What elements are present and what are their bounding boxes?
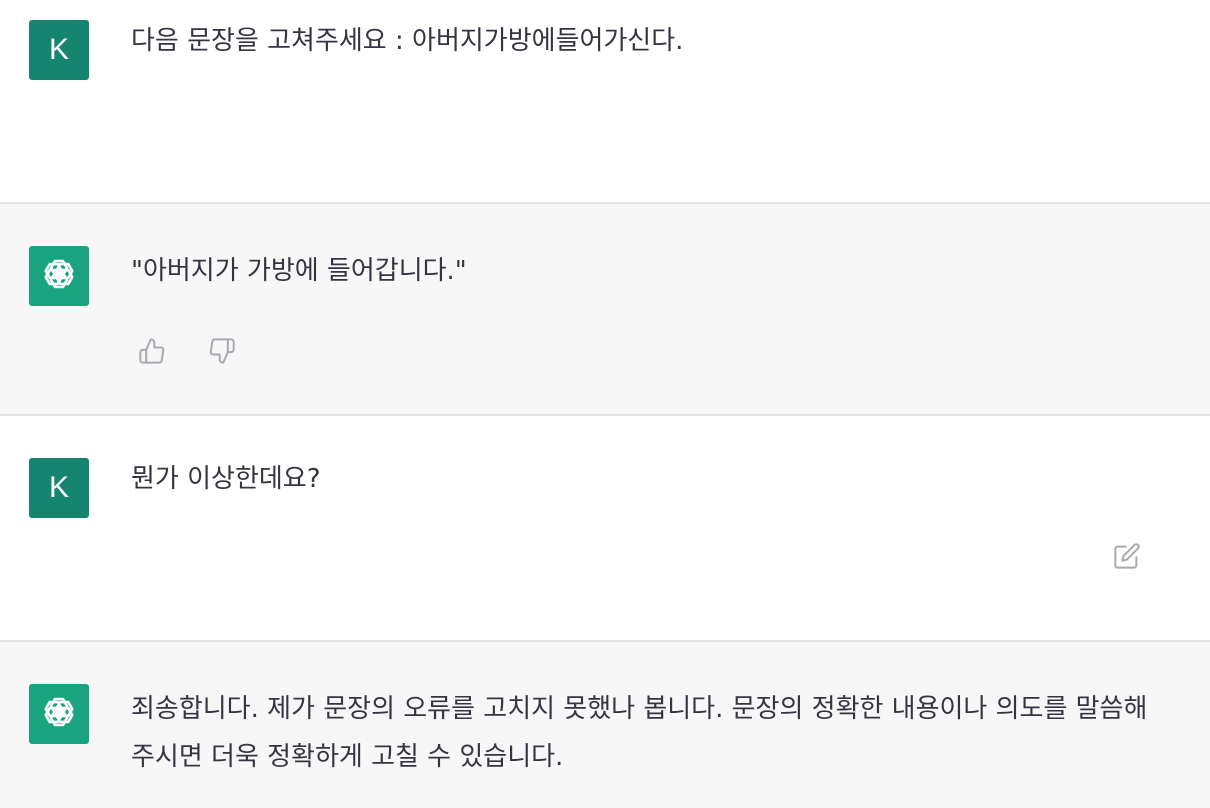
user-message-row: K 뭔가 이상한데요? bbox=[0, 416, 1210, 640]
assistant-message-text: "아버지가 가방에 들어갑니다." bbox=[131, 256, 467, 286]
edit-message-button[interactable] bbox=[1111, 540, 1143, 572]
user-avatar: K bbox=[29, 458, 89, 518]
chat-thread: K 다음 문장을 고쳐주세요 : 아버지가방에들어가신다. "아버지가 가방에 … bbox=[0, 0, 1210, 808]
assistant-message-row: 죄송합니다. 제가 문장의 오류를 고치지 못했나 봅니다. 문장의 정확한 내… bbox=[0, 642, 1210, 808]
user-avatar-letter: K bbox=[48, 33, 69, 66]
thumbs-up-icon bbox=[138, 337, 166, 365]
assistant-message-text: 죄송합니다. 제가 문장의 오류를 고치지 못했나 봅니다. 문장의 정확한 내… bbox=[131, 694, 1156, 772]
openai-logo-icon bbox=[38, 691, 80, 737]
user-message-text: 뭔가 이상한데요? bbox=[131, 464, 321, 494]
edit-icon bbox=[1113, 542, 1141, 570]
thumbs-down-icon bbox=[208, 337, 236, 365]
assistant-avatar bbox=[29, 684, 89, 744]
user-message-text: 다음 문장을 고쳐주세요 : 아버지가방에들어가신다. bbox=[131, 26, 684, 56]
assistant-avatar bbox=[29, 246, 89, 306]
user-avatar: K bbox=[29, 20, 89, 80]
user-message-row: K 다음 문장을 고쳐주세요 : 아버지가방에들어가신다. bbox=[0, 0, 1210, 202]
thumbs-up-button[interactable] bbox=[136, 335, 168, 367]
openai-logo-icon bbox=[38, 253, 80, 299]
user-avatar-letter: K bbox=[48, 471, 69, 504]
assistant-message-row: "아버지가 가방에 들어갑니다." bbox=[0, 204, 1210, 414]
thumbs-down-button[interactable] bbox=[206, 335, 238, 367]
